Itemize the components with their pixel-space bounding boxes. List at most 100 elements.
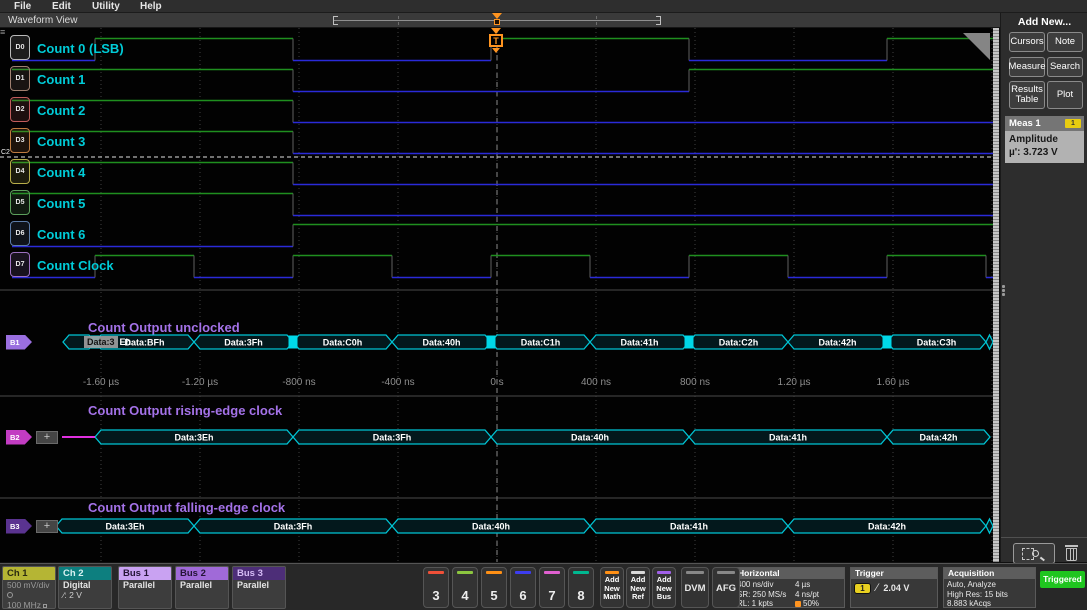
plot-grip-icon[interactable]: ≡ — [0, 30, 9, 44]
bus-expand-button-B3[interactable]: + — [36, 520, 58, 533]
pan-right-bracket[interactable] — [656, 16, 661, 25]
pan-left-bracket[interactable] — [333, 16, 338, 25]
menu-utility[interactable]: Utility — [92, 0, 120, 13]
channel-button-7[interactable]: 7 — [539, 567, 565, 608]
magnifier-icon — [1040, 557, 1045, 561]
sample-rate: SR: 250 MS/s — [737, 590, 795, 600]
digital-channel-label-D7[interactable]: Count Clock — [37, 258, 114, 273]
channel-badge-bus1[interactable]: Bus 1Parallel — [118, 566, 172, 609]
channel-button-3[interactable]: 3 — [423, 567, 449, 608]
acquisition-mode: Auto, Analyze — [947, 580, 1032, 590]
bus-label-B3: Count Output falling-edge clock — [88, 500, 285, 515]
add-new-ref-button[interactable]: AddNewRef — [626, 567, 650, 608]
add-new-bus-button[interactable]: AddNewBus — [652, 567, 676, 608]
channel-button-4[interactable]: 4 — [452, 567, 478, 608]
zoom-overview-button[interactable] — [1013, 543, 1055, 564]
add-new-panel: Add New... Meas 1 1 Amplitude µ': 3.723 … — [1000, 13, 1087, 562]
digital-channel-label-D3[interactable]: Count 3 — [37, 134, 85, 149]
channel-button-5[interactable]: 5 — [481, 567, 507, 608]
add-new-results-table-button[interactable]: Results Table — [1009, 81, 1045, 109]
corner-fold-icon[interactable] — [963, 33, 990, 60]
waveform-plot[interactable]: Data:BFhData:3FhData:C0hData:40hData:C1h… — [0, 28, 993, 562]
digital-channel-badge-D1[interactable]: D1 — [10, 66, 30, 91]
dvm-button[interactable]: DVM — [681, 567, 709, 608]
channel-badge-ch2[interactable]: Ch 2Digital∕: 2 V — [58, 566, 112, 609]
channel-button-6[interactable]: 6 — [510, 567, 536, 608]
digital-channel-badge-D3[interactable]: D3 — [10, 128, 30, 153]
time-axis-label: 800 ns — [680, 377, 710, 388]
digital-channel-badge-D2[interactable]: D2 — [10, 97, 30, 122]
bus-value: Data:C2h — [719, 338, 759, 348]
bus-value: Data:3Fh — [224, 338, 263, 348]
delete-button[interactable] — [1063, 543, 1081, 564]
digital-channel-badge-D0[interactable]: D0 — [10, 35, 30, 60]
channel-color-stripe — [544, 571, 560, 574]
bus-expand-button-B2[interactable]: + — [36, 431, 58, 444]
channel-button-8[interactable]: 8 — [568, 567, 594, 608]
digital-channel-label-D0[interactable]: Count 0 (LSB) — [37, 41, 124, 56]
channel-badge-title: Bus 3 — [233, 567, 285, 580]
channel-badge-bus3[interactable]: Bus 3Parallel — [232, 566, 286, 609]
trigger-panel[interactable]: Trigger 1 ∕ 2.04 V — [850, 567, 938, 608]
trigger-marker[interactable]: T — [489, 28, 505, 54]
add-new-note-button[interactable]: Note — [1047, 32, 1083, 52]
digital-channel-label-D5[interactable]: Count 5 — [37, 196, 85, 211]
time-axis-label: 1.20 µs — [777, 377, 810, 388]
vertical-ruler-scrollbar[interactable] — [993, 28, 999, 562]
digital-channel-label-D1[interactable]: Count 1 — [37, 72, 85, 87]
menu-file[interactable]: File — [14, 0, 31, 13]
menu-edit[interactable]: Edit — [52, 0, 71, 13]
digital-trace-D3 — [12, 132, 993, 154]
digital-channel-badge-D7[interactable]: D7 — [10, 252, 30, 277]
menu-help[interactable]: Help — [140, 0, 162, 13]
digital-trace-D6 — [12, 225, 993, 247]
bus-value: Data:3Eh — [105, 522, 144, 532]
add-new-cursors-button[interactable]: Cursors — [1009, 32, 1045, 52]
trigger-marker-icon: T — [489, 34, 503, 47]
panel-divider — [1001, 537, 1087, 538]
digital-channel-badge-D5[interactable]: D5 — [10, 190, 30, 215]
channel-badge-line: 100 MHz — [7, 601, 55, 609]
waveform-view-header: Waveform View — [0, 13, 1000, 28]
magnifier-icon — [1032, 550, 1039, 557]
digital-trace-D5 — [12, 194, 993, 216]
add-new-math-button[interactable]: AddNewMath — [600, 567, 624, 608]
bus-value: Data:42h — [919, 433, 957, 443]
digital-channel-label-D2[interactable]: Count 2 — [37, 103, 85, 118]
bus-value: Data:C1h — [521, 338, 561, 348]
channel-badge-bus2[interactable]: Bus 2Parallel — [175, 566, 229, 609]
add-new-measure-button[interactable]: Measure — [1009, 57, 1045, 77]
channel-badge-line: 500 mV/div — [7, 581, 55, 591]
channel-badge-title: Ch 1 — [3, 567, 55, 580]
bus-value: Data:40h — [472, 522, 510, 532]
trigger-position-icon[interactable] — [494, 19, 500, 25]
acquisition-panel[interactable]: Acquisition Auto, Analyze High Res: 15 b… — [943, 567, 1036, 608]
bandwidth-icon — [43, 604, 47, 608]
trash-icon — [1066, 548, 1077, 561]
digital-channel-badge-D6[interactable]: D6 — [10, 221, 30, 246]
channel-color-stripe — [457, 571, 473, 574]
add-new-search-button[interactable]: Search — [1047, 57, 1083, 77]
acquisition-resolution: High Res: 15 bits — [947, 590, 1032, 600]
button-color-stripe — [686, 571, 704, 574]
bus-label-B1: Count Output unclocked — [88, 320, 240, 335]
meas1-value: µ': 3.723 V — [1009, 146, 1080, 159]
time-axis-label: -1.60 µs — [83, 377, 119, 388]
meas1-badge[interactable]: Meas 1 1 Amplitude µ': 3.723 V — [1005, 116, 1084, 163]
bus-value: Data:C0h — [323, 338, 363, 348]
afg-button[interactable]: AFG — [712, 567, 740, 608]
digital-channel-label-D4[interactable]: Count 4 — [37, 165, 85, 180]
channel-badge-ch1[interactable]: Ch 1500 mV/div 100 MHz — [2, 566, 56, 609]
horizontal-panel[interactable]: Horizontal 400 ns/div4 µs SR: 250 MS/s4 … — [733, 567, 845, 608]
meas1-body: Amplitude µ': 3.723 V — [1005, 131, 1084, 163]
panel-splitter-handle[interactable] — [1001, 284, 1006, 298]
horizontal-pan-widget[interactable] — [333, 13, 661, 28]
c2-position-label[interactable]: C2 — [1, 149, 10, 156]
sample-interval: 4 ns/pt — [795, 590, 841, 600]
bus-transition-block — [883, 336, 892, 349]
bus-value: Data:40h — [571, 433, 609, 443]
digital-channel-badge-D4[interactable]: D4 — [10, 159, 30, 184]
add-new-plot-button[interactable]: Plot — [1047, 81, 1083, 109]
bus-value: Data:3Fh — [274, 522, 313, 532]
digital-channel-label-D6[interactable]: Count 6 — [37, 227, 85, 242]
